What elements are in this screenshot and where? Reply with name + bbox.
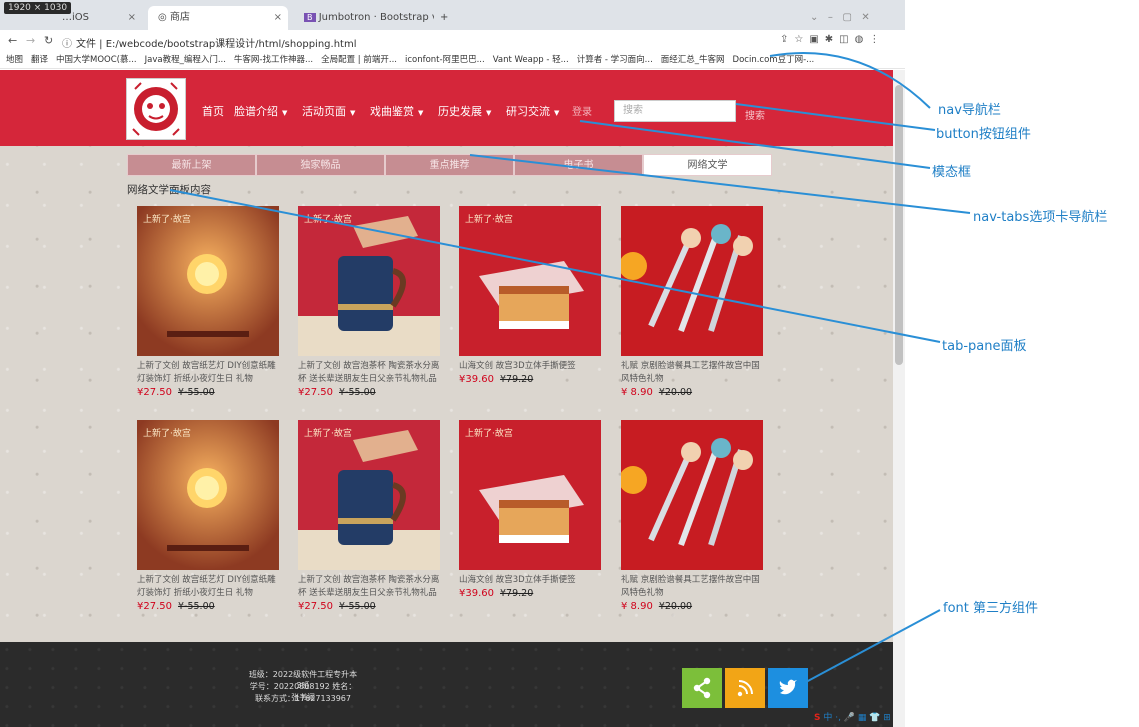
annotation-font: font 第三方组件 xyxy=(943,601,1038,616)
modal-annotation-line xyxy=(579,120,931,169)
annotation-button: button按钮组件 xyxy=(936,127,1031,142)
tabpane-annotation-line xyxy=(169,189,941,343)
annotation-nav: nav导航栏 xyxy=(938,103,1001,118)
annotation-nav-tabs: nav-tabs选项卡导航栏 xyxy=(973,210,1108,225)
font-annotation-line xyxy=(805,609,941,683)
button-annotation-line xyxy=(735,103,936,131)
annotation-tab-pane: tab-pane面板 xyxy=(942,339,1027,354)
annotation-modal: 模态框 xyxy=(932,165,972,180)
nav-annotation-line xyxy=(769,52,931,109)
